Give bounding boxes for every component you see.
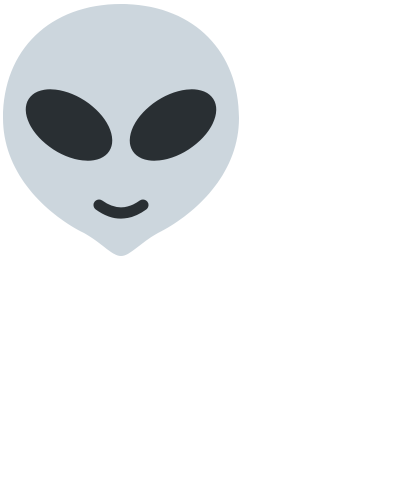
canvas — [0, 0, 411, 500]
alien-face-icon — [3, 4, 239, 256]
